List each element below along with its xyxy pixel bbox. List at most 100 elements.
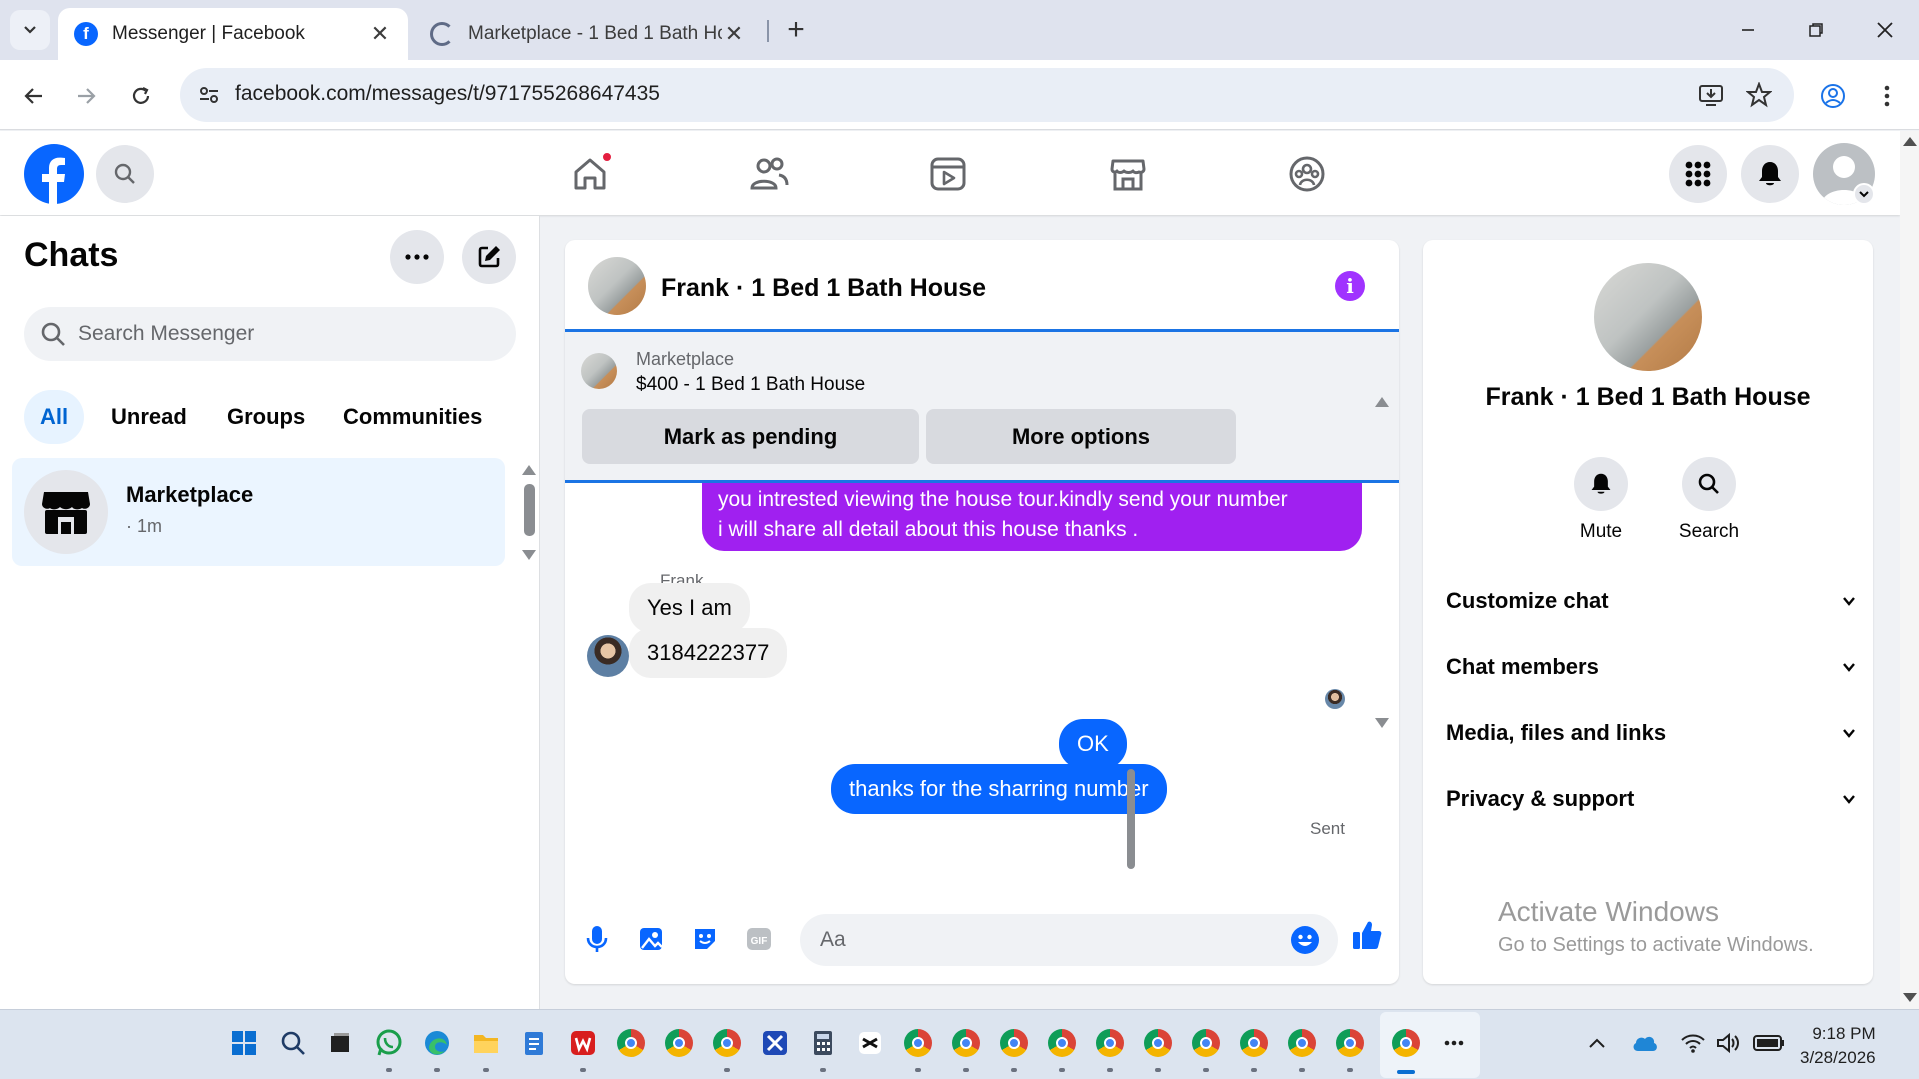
chrome-profile-app[interactable] xyxy=(949,1026,983,1060)
chrome-profile-app[interactable] xyxy=(710,1026,744,1060)
tab-search-button[interactable] xyxy=(10,10,50,50)
chrome-profile-app[interactable] xyxy=(901,1026,935,1060)
edge-app[interactable] xyxy=(420,1026,454,1060)
emoji-icon[interactable] xyxy=(1290,925,1320,955)
mute-action[interactable]: Mute xyxy=(1561,457,1641,543)
notifications-button[interactable] xyxy=(1741,145,1799,203)
send-like-button[interactable] xyxy=(1349,917,1385,953)
tab-messenger[interactable]: f Messenger | Facebook ✕ xyxy=(58,8,408,60)
capcut-app[interactable] xyxy=(853,1026,887,1060)
close-tab-icon[interactable]: ✕ xyxy=(368,21,392,47)
chats-options-button[interactable] xyxy=(390,230,444,284)
omnibox[interactable]: facebook.com/messages/t/971755268647435 xyxy=(180,68,1794,122)
chrome-profile-app[interactable] xyxy=(1189,1026,1223,1060)
scroll-up-arrow[interactable] xyxy=(1375,397,1389,407)
search-messenger-input[interactable]: Search Messenger xyxy=(24,307,516,361)
chrome-profile-app[interactable] xyxy=(1141,1026,1175,1060)
tab-marketplace[interactable]: Marketplace - 1 Bed 1 Bath Hou ✕ xyxy=(414,8,762,60)
chrome-profile-app[interactable] xyxy=(662,1026,696,1060)
vpn-app[interactable] xyxy=(758,1026,792,1060)
filter-communities[interactable]: Communities xyxy=(327,390,498,444)
new-message-button[interactable] xyxy=(462,230,516,284)
page-scrollbar[interactable] xyxy=(1900,131,1919,1009)
whatsapp-app[interactable] xyxy=(372,1026,406,1060)
facebook-search-button[interactable] xyxy=(96,145,154,203)
received-message-bubble[interactable]: Yes I am xyxy=(629,583,750,633)
page-scroll-up-arrow[interactable] xyxy=(1903,137,1917,146)
chrome-profile-app[interactable] xyxy=(1045,1026,1079,1060)
onedrive-tray[interactable] xyxy=(1628,1026,1662,1060)
privacy-support-row[interactable]: Privacy & support xyxy=(1446,774,1856,824)
bookmark-star-icon[interactable] xyxy=(1746,82,1772,108)
gif-button[interactable]: GIF xyxy=(741,921,777,957)
close-tab-icon[interactable]: ✕ xyxy=(722,21,746,47)
info-icon[interactable]: i xyxy=(1335,271,1365,301)
reload-button[interactable] xyxy=(121,76,161,116)
taskbar-clock[interactable]: 9:18 PM 3/28/2026 xyxy=(1800,1022,1876,1070)
more-options-button[interactable]: More options xyxy=(926,409,1236,464)
sender-avatar[interactable] xyxy=(587,635,629,677)
volume-tray[interactable] xyxy=(1711,1026,1745,1060)
scroll-up-arrow[interactable] xyxy=(522,465,536,475)
taskbar-overflow-button[interactable] xyxy=(1437,1026,1471,1060)
site-settings-icon[interactable] xyxy=(198,84,220,106)
show-hidden-icons-button[interactable] xyxy=(1580,1026,1614,1060)
chrome-profile-app[interactable] xyxy=(1093,1026,1127,1060)
chats-scrollbar-thumb[interactable] xyxy=(524,484,535,536)
task-view-button[interactable] xyxy=(323,1026,357,1060)
search-action[interactable]: Search xyxy=(1669,457,1749,543)
back-button[interactable] xyxy=(14,76,54,116)
nav-watch[interactable] xyxy=(918,151,978,197)
sent-message-bubble[interactable]: OK xyxy=(1059,719,1127,769)
calculator-app[interactable] xyxy=(806,1026,840,1060)
account-chevron[interactable] xyxy=(1853,183,1875,205)
sticker-button[interactable] xyxy=(687,921,723,957)
menu-button[interactable] xyxy=(1669,145,1727,203)
facebook-logo-icon[interactable] xyxy=(24,144,84,204)
messages-scrollbar-thumb[interactable] xyxy=(1127,769,1135,869)
notepad-app[interactable] xyxy=(517,1026,551,1060)
customize-chat-row[interactable]: Customize chat xyxy=(1446,576,1856,626)
received-message-bubble[interactable]: 3184222377 xyxy=(629,628,788,678)
filter-unread[interactable]: Unread xyxy=(95,390,203,444)
search-in-chat-button[interactable] xyxy=(1682,457,1736,511)
nav-marketplace[interactable] xyxy=(1098,151,1158,197)
scroll-down-arrow[interactable] xyxy=(522,550,536,560)
voice-clip-button[interactable] xyxy=(579,921,615,957)
attach-photo-button[interactable] xyxy=(633,921,669,957)
restore-button[interactable] xyxy=(1788,10,1844,50)
filter-all[interactable]: All xyxy=(24,390,85,444)
chat-members-row[interactable]: Chat members xyxy=(1446,642,1856,692)
media-files-links-row[interactable]: Media, files and links xyxy=(1446,708,1856,758)
chrome-profile-app[interactable] xyxy=(1285,1026,1319,1060)
browser-menu-button[interactable] xyxy=(1867,76,1907,116)
sent-message-bubble[interactable]: you intrested viewing the house tour.kin… xyxy=(702,483,1362,551)
chat-list-item[interactable]: Marketplace · 1m xyxy=(12,458,505,566)
minimize-button[interactable] xyxy=(1720,10,1776,50)
mark-as-pending-button[interactable]: Mark as pending xyxy=(582,409,919,464)
scroll-down-arrow[interactable] xyxy=(1375,718,1389,728)
mute-button[interactable] xyxy=(1574,457,1628,511)
message-input[interactable]: Aa xyxy=(800,914,1338,966)
install-app-icon[interactable] xyxy=(1698,82,1724,108)
nav-gaming[interactable] xyxy=(1277,151,1337,197)
chrome-profile-app[interactable] xyxy=(1333,1026,1367,1060)
filter-groups[interactable]: Groups xyxy=(211,390,321,444)
chrome-profile-app[interactable] xyxy=(997,1026,1031,1060)
forward-button[interactable] xyxy=(66,76,106,116)
conversation-avatar[interactable] xyxy=(588,257,646,315)
listing-title[interactable]: $400 - 1 Bed 1 Bath House xyxy=(636,374,865,396)
wifi-tray[interactable] xyxy=(1676,1026,1710,1060)
chrome-app[interactable] xyxy=(614,1026,648,1060)
sent-message-bubble[interactable]: thanks for the sharring number xyxy=(831,764,1167,814)
battery-tray[interactable] xyxy=(1751,1026,1787,1060)
details-avatar[interactable] xyxy=(1594,263,1702,371)
nav-friends[interactable] xyxy=(739,151,799,197)
page-scroll-down-arrow[interactable] xyxy=(1903,993,1917,1002)
taskbar-search-button[interactable] xyxy=(276,1026,310,1060)
chrome-active-app[interactable] xyxy=(1389,1026,1423,1060)
chrome-profile-app[interactable] xyxy=(1237,1026,1271,1060)
wps-office-app[interactable] xyxy=(566,1026,600,1060)
file-explorer-app[interactable] xyxy=(469,1026,503,1060)
profile-button[interactable] xyxy=(1813,76,1853,116)
